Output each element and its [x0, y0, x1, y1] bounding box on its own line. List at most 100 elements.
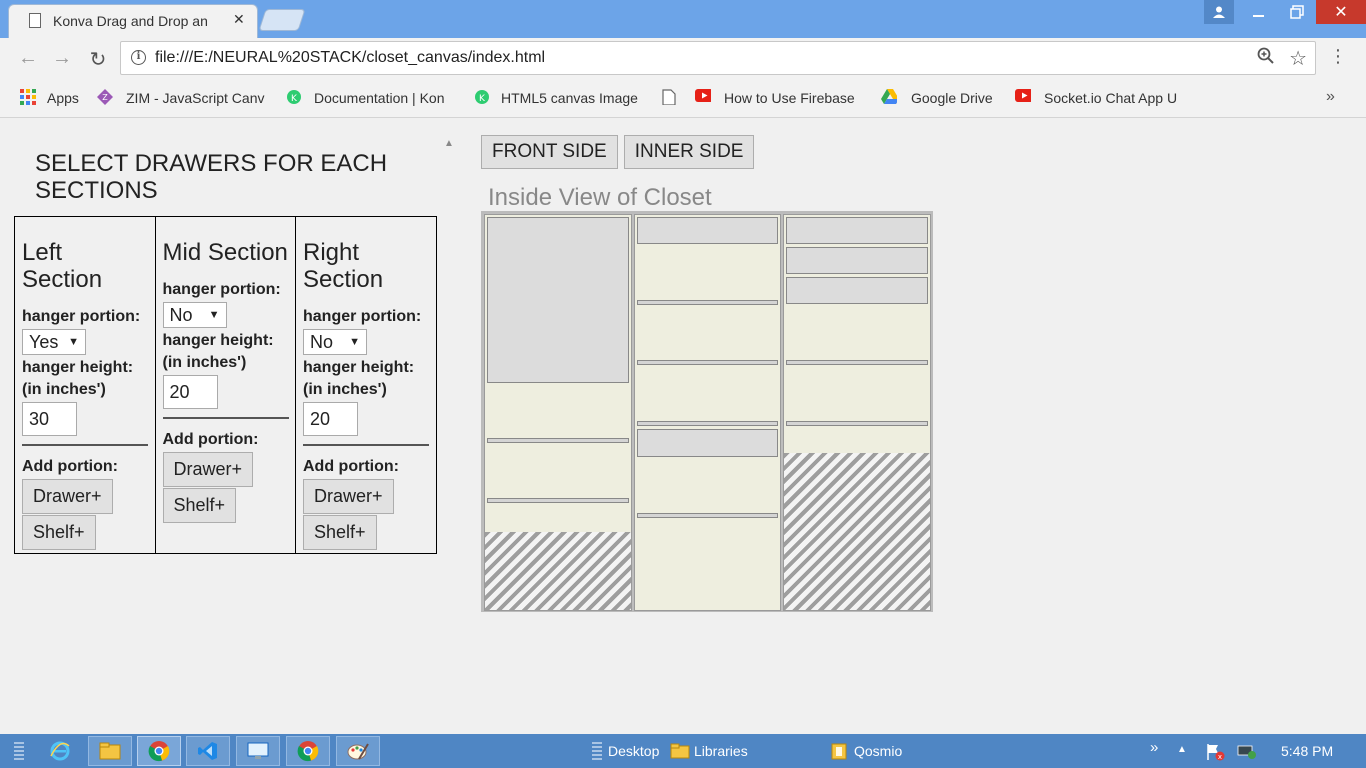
profile-icon[interactable] — [1204, 0, 1234, 24]
right-section-panel: Right Section hanger portion: No ▼ hange… — [295, 216, 437, 554]
close-window-icon[interactable]: ✕ — [1316, 0, 1366, 24]
chrome-icon[interactable] — [286, 736, 330, 766]
shelf[interactable] — [487, 498, 629, 503]
inner-side-button[interactable]: INNER SIDE — [623, 135, 755, 169]
add-shelf-button[interactable]: Shelf+ — [162, 488, 237, 523]
drawer[interactable] — [786, 277, 928, 304]
shelf[interactable] — [637, 513, 778, 518]
internet-explorer-icon[interactable] — [38, 736, 82, 766]
address-bar[interactable]: i file:///E:/NEURAL%20STACK/closet_canva… — [120, 41, 1316, 75]
bookmark-zim[interactable]: ZIM - JavaScript Canv — [126, 90, 268, 108]
mid-column — [634, 214, 781, 611]
shelf[interactable] — [786, 360, 928, 365]
shelf[interactable] — [786, 421, 928, 426]
page-icon — [29, 13, 41, 28]
hanger-height-label: hanger height: — [162, 332, 274, 349]
browser-toolbar: ← → ↻ i file:///E:/NEURAL%20STACK/closet… — [0, 38, 1366, 80]
drawer[interactable] — [637, 429, 778, 457]
add-portion-label: Add portion: — [22, 458, 118, 475]
bookmark-konva-docs[interactable]: Documentation | Kon — [314, 90, 456, 108]
forward-arrow-icon[interactable]: → — [50, 47, 74, 70]
scroll-up-icon[interactable]: ▲ — [444, 138, 454, 149]
url-text[interactable]: file:///E:/NEURAL%20STACK/closet_canvas/… — [155, 49, 545, 67]
taskbar-grip[interactable] — [14, 742, 24, 760]
minimize-icon[interactable] — [1240, 0, 1278, 24]
drawer[interactable] — [637, 217, 778, 244]
vscode-icon[interactable] — [186, 736, 230, 766]
browser-titlebar: Konva Drag and Drop an ✕ ✕ — [0, 0, 1366, 38]
reload-icon[interactable]: ↻ — [86, 47, 110, 72]
add-drawer-button[interactable]: Drawer+ — [162, 452, 254, 487]
new-tab-button[interactable] — [258, 9, 306, 31]
hanger-height-input[interactable]: 20 — [303, 402, 358, 436]
bookmark-google-drive[interactable]: Google Drive — [911, 90, 993, 108]
desktop-toolbar-label[interactable]: Desktop — [608, 743, 659, 759]
user-folder-label[interactable]: Qosmio — [854, 743, 902, 759]
shelf[interactable] — [637, 360, 778, 365]
zoom-icon[interactable] — [1257, 47, 1275, 70]
drawer[interactable] — [786, 247, 928, 274]
shelf[interactable] — [487, 438, 629, 443]
tray-expand-icon[interactable]: ▲ — [1177, 744, 1187, 755]
back-arrow-icon[interactable]: ← — [16, 47, 40, 70]
hanger-height-input[interactable]: 20 — [162, 375, 218, 409]
konva-icon: K — [475, 90, 489, 104]
browser-tab[interactable]: Konva Drag and Drop an ✕ — [8, 4, 258, 38]
add-portion-label: Add portion: — [303, 458, 399, 475]
hanger-area[interactable] — [487, 217, 629, 383]
taskbar-clock[interactable]: 5:48 PM — [1281, 743, 1333, 759]
bookmark-firebase[interactable]: How to Use Firebase — [724, 90, 862, 108]
bookmark-socketio[interactable]: Socket.io Chat App U — [1044, 90, 1184, 108]
action-center-flag-icon[interactable]: x — [1206, 743, 1226, 761]
section-selector: Left Section hanger portion: Yes ▼ hange… — [14, 216, 437, 554]
kebab-menu-icon[interactable]: ⋮ — [1328, 46, 1348, 67]
shelf[interactable] — [637, 300, 778, 305]
divider — [22, 444, 148, 446]
view-toggle: FRONT SIDE INNER SIDE — [481, 135, 755, 169]
google-drive-icon — [881, 89, 897, 104]
hanger-portion-label: hanger portion: — [162, 281, 281, 298]
file-explorer-icon[interactable] — [88, 736, 132, 766]
hanger-portion-select[interactable]: No ▼ — [303, 329, 367, 355]
youtube-icon — [1015, 89, 1031, 102]
tab-title: Konva Drag and Drop an — [53, 13, 208, 29]
hanger-portion-value: No — [169, 304, 193, 325]
shelf[interactable] — [637, 421, 778, 426]
hanger-portion-label: hanger portion: — [22, 308, 141, 325]
add-drawer-button[interactable]: Drawer+ — [22, 479, 113, 514]
chrome-icon[interactable] — [137, 736, 181, 766]
toolbar-grip[interactable] — [592, 742, 602, 760]
paint-icon[interactable] — [336, 736, 380, 766]
apps-grid-icon[interactable] — [20, 89, 36, 105]
hanger-portion-select[interactable]: No ▼ — [162, 302, 227, 328]
youtube-icon — [695, 89, 711, 102]
konva-icon: K — [287, 90, 301, 104]
dropdown-arrow-icon: ▼ — [349, 336, 360, 348]
drawer[interactable] — [786, 217, 928, 244]
user-folder-icon — [831, 743, 847, 760]
add-shelf-button[interactable]: Shelf+ — [22, 515, 96, 550]
maximize-icon[interactable] — [1278, 0, 1316, 24]
bookmark-apps[interactable]: Apps — [47, 90, 79, 108]
front-side-button[interactable]: FRONT SIDE — [481, 135, 618, 169]
hanger-height-unit: (in inches') — [22, 381, 106, 398]
toolbar-expand-icon[interactable]: » — [1150, 739, 1158, 756]
info-icon[interactable]: i — [131, 50, 146, 65]
add-drawer-button[interactable]: Drawer+ — [303, 479, 394, 514]
window-controls: ✕ — [1204, 0, 1366, 26]
bookmark-star-icon[interactable]: ☆ — [1289, 46, 1307, 71]
add-shelf-button[interactable]: Shelf+ — [303, 515, 377, 550]
bookmarks-bar: Apps Z ZIM - JavaScript Canv K Documenta… — [0, 80, 1366, 118]
more-bookmarks-icon[interactable]: » — [1326, 88, 1335, 106]
svg-text:Z: Z — [102, 93, 108, 102]
close-tab-icon[interactable]: ✕ — [233, 11, 245, 28]
closet-canvas[interactable] — [481, 211, 933, 612]
page-icon[interactable] — [662, 89, 678, 105]
bookmark-html5-canvas[interactable]: HTML5 canvas Image — [501, 90, 643, 108]
remote-desktop-icon[interactable] — [236, 736, 280, 766]
libraries-label[interactable]: Libraries — [694, 743, 748, 759]
hanger-portion-select[interactable]: Yes ▼ — [22, 329, 86, 355]
hanger-height-label: hanger height: — [22, 359, 134, 376]
network-icon[interactable] — [1236, 744, 1258, 760]
hanger-height-input[interactable]: 30 — [22, 402, 77, 436]
